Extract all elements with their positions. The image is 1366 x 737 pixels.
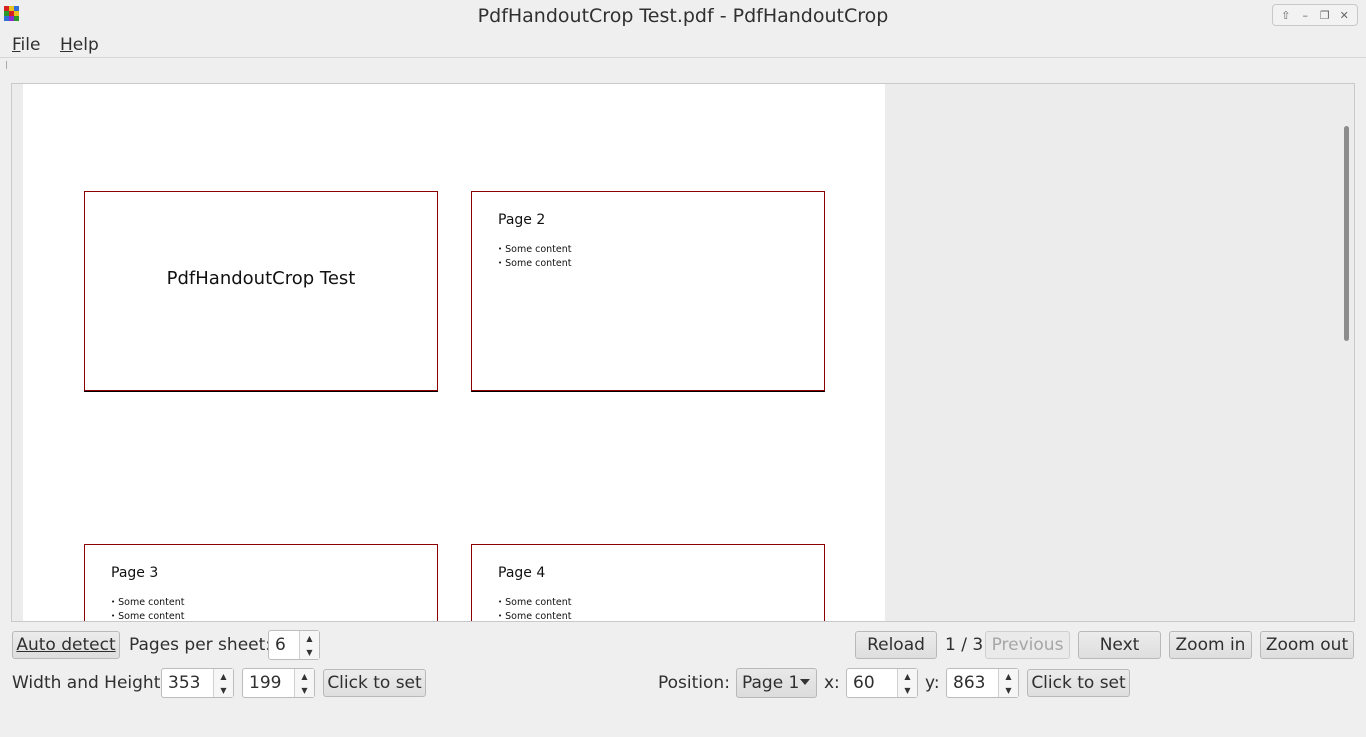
y-value[interactable]: 863	[947, 669, 998, 697]
width-height-label: Width and Height	[12, 673, 161, 693]
toolbar-handle	[6, 61, 7, 69]
menu-bar: File Help	[0, 32, 1366, 58]
stepper-down-icon[interactable]: ▼	[999, 683, 1018, 697]
x-stepper[interactable]: 60 ▲ ▼	[846, 668, 918, 698]
minimize-icon[interactable]: –	[1297, 7, 1313, 23]
width-value[interactable]: 353	[162, 669, 213, 697]
slide-bullet: Some content	[498, 244, 571, 255]
reload-label: Reload	[867, 635, 925, 655]
stepper-up-icon[interactable]: ▲	[898, 669, 917, 683]
window-title: PdfHandoutCrop Test.pdf - PdfHandoutCrop	[477, 5, 889, 27]
position-page-value: Page 1	[742, 673, 800, 693]
x-label: x:	[824, 673, 840, 693]
slide-2[interactable]: Page 2 Some content Some content	[471, 191, 825, 391]
title-bar: PdfHandoutCrop Test.pdf - PdfHandoutCrop…	[0, 0, 1366, 32]
slide-bullet: Some content	[111, 597, 184, 608]
slide-3[interactable]: Page 3 Some content Some content	[84, 544, 438, 621]
pdf-viewer[interactable]: PdfHandoutCrop Test Page 2 Some content …	[11, 83, 1355, 622]
slide-bullet: Some content	[498, 258, 571, 269]
stepper-down-icon[interactable]: ▼	[300, 645, 319, 659]
menu-help[interactable]: Help	[60, 35, 99, 55]
pdf-page: PdfHandoutCrop Test Page 2 Some content …	[23, 84, 885, 621]
stepper-up-icon[interactable]: ▲	[295, 669, 314, 683]
previous-label: Previous	[991, 635, 1064, 655]
position-label: Position:	[658, 673, 730, 693]
click-to-set-position-button[interactable]: Click to set	[1027, 669, 1130, 697]
slide-bullet: Some content	[498, 597, 571, 608]
slide-heading: Page 3	[111, 565, 159, 581]
zoom-out-label: Zoom out	[1265, 635, 1349, 655]
stepper-up-icon[interactable]: ▲	[300, 631, 319, 645]
page-indicator: 1 / 3	[945, 635, 984, 655]
slide-title: PdfHandoutCrop Test	[166, 268, 356, 289]
auto-detect-label: Auto detect	[16, 635, 116, 655]
click-to-set-size-label: Click to set	[327, 673, 422, 693]
close-icon[interactable]: ✕	[1336, 7, 1352, 23]
auto-detect-button[interactable]: Auto detect	[12, 631, 120, 659]
stepper-up-icon[interactable]: ▲	[999, 669, 1018, 683]
maximize-up-icon[interactable]: ⇧	[1278, 7, 1294, 23]
zoom-out-button[interactable]: Zoom out	[1260, 631, 1354, 659]
click-to-set-size-button[interactable]: Click to set	[323, 669, 426, 697]
slide-bullet: Some content	[498, 611, 571, 621]
menu-file[interactable]: File	[12, 35, 40, 55]
width-stepper[interactable]: 353 ▲ ▼	[161, 668, 234, 698]
reload-button[interactable]: Reload	[855, 631, 937, 659]
chevron-down-icon	[800, 679, 810, 685]
height-stepper[interactable]: 199 ▲ ▼	[242, 668, 315, 698]
height-value[interactable]: 199	[243, 669, 294, 697]
restore-icon[interactable]: ❐	[1317, 7, 1333, 23]
pages-per-sheet-value[interactable]: 6	[269, 631, 299, 659]
window-controls: ⇧ – ❐ ✕	[1272, 4, 1358, 26]
pages-per-sheet-label: Pages per sheet:	[129, 635, 272, 655]
slide-bullet: Some content	[111, 611, 184, 621]
pages-per-sheet-stepper[interactable]: 6 ▲ ▼	[268, 630, 320, 660]
vertical-scrollbar[interactable]	[1339, 84, 1354, 621]
y-label: y:	[925, 673, 940, 693]
x-value[interactable]: 60	[847, 669, 897, 697]
stepper-down-icon[interactable]: ▼	[214, 683, 233, 697]
next-label: Next	[1099, 635, 1140, 655]
stepper-down-icon[interactable]: ▼	[295, 683, 314, 697]
slide-heading: Page 4	[498, 565, 546, 581]
next-button[interactable]: Next	[1078, 631, 1161, 659]
stepper-down-icon[interactable]: ▼	[898, 683, 917, 697]
slide-heading: Page 2	[498, 212, 546, 228]
position-page-select[interactable]: Page 1	[736, 668, 817, 698]
zoom-in-label: Zoom in	[1175, 635, 1246, 655]
y-stepper[interactable]: 863 ▲ ▼	[946, 668, 1019, 698]
click-to-set-position-label: Click to set	[1031, 673, 1126, 693]
slide-4[interactable]: Page 4 Some content Some content	[471, 544, 825, 621]
previous-button[interactable]: Previous	[985, 631, 1070, 659]
stepper-up-icon[interactable]: ▲	[214, 669, 233, 683]
slide-1[interactable]: PdfHandoutCrop Test	[84, 191, 438, 391]
zoom-in-button[interactable]: Zoom in	[1169, 631, 1252, 659]
scrollbar-thumb[interactable]	[1344, 126, 1349, 341]
